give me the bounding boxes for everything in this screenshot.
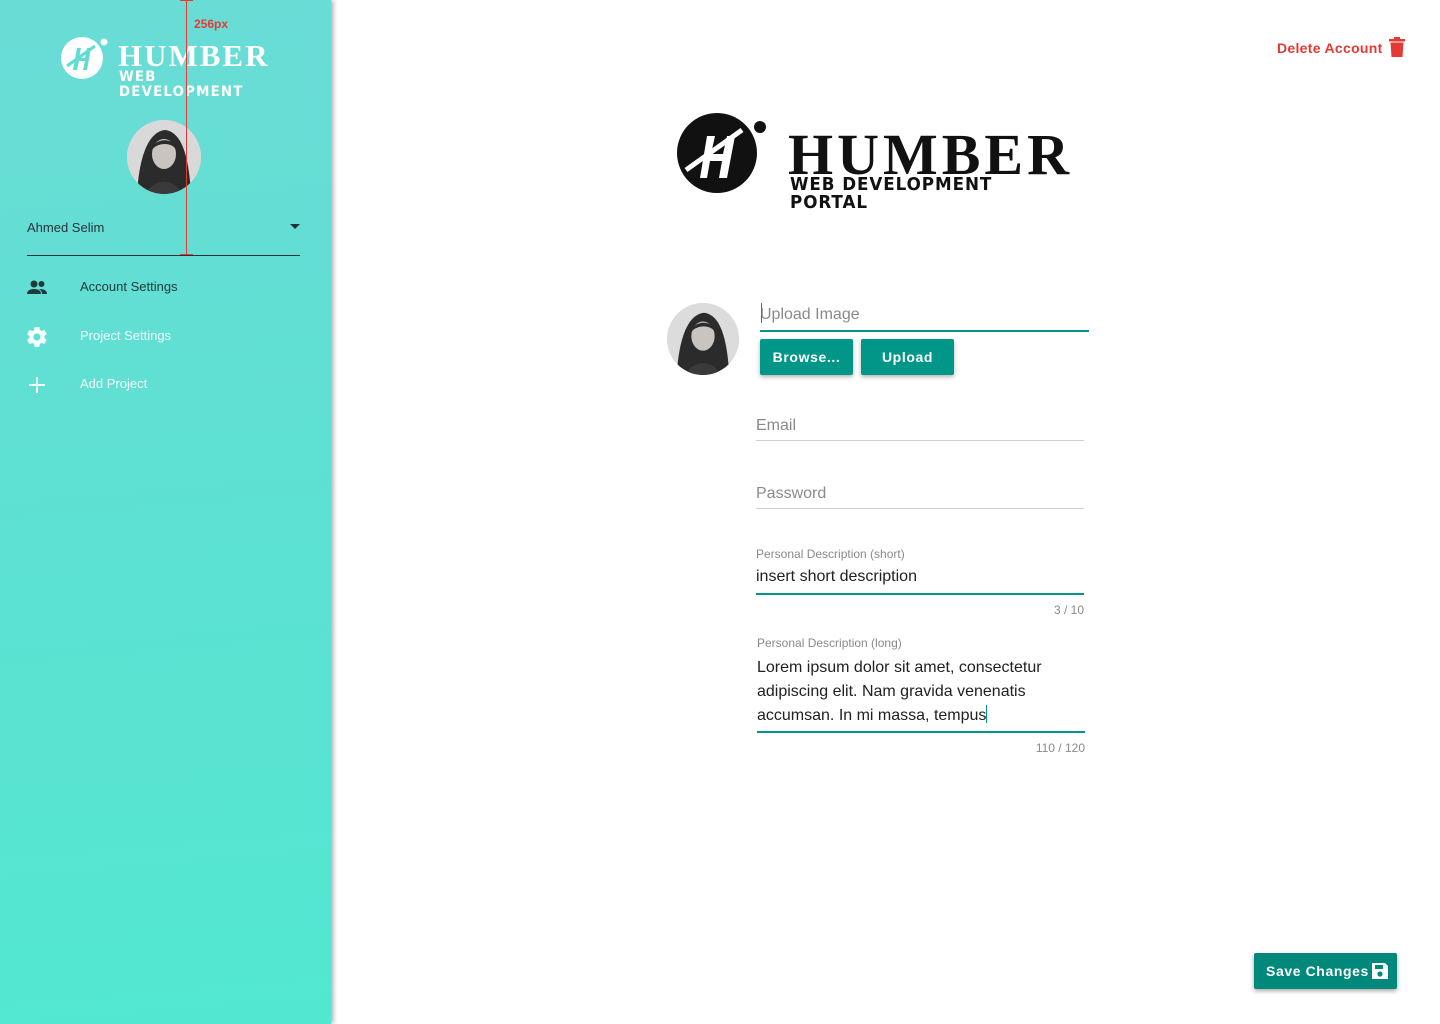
text-cursor xyxy=(986,705,988,723)
profile-photo xyxy=(667,303,739,375)
chevron-down-icon xyxy=(290,224,300,229)
password-field[interactable] xyxy=(756,479,1084,509)
text-cursor xyxy=(761,303,762,323)
sidebar-logo-title: HUMBER xyxy=(118,38,270,73)
sidebar-item-account-settings[interactable]: Account Settings xyxy=(0,267,331,307)
short-description-counter: 3 / 10 xyxy=(1053,603,1084,617)
email-field[interactable] xyxy=(756,411,1084,441)
avatar[interactable] xyxy=(127,120,201,194)
sidebar-item-label: Project Settings xyxy=(80,328,172,343)
delete-account-button[interactable]: Delete Account xyxy=(1270,35,1410,61)
floppy-disk-icon xyxy=(1372,963,1388,979)
measurement-guide-tick-bottom xyxy=(180,254,193,255)
sidebar: HUMBER WEB DEVELOPMENT Ahmed Selim Accou… xyxy=(0,0,331,1024)
sidebar-item-add-project[interactable]: Add Project xyxy=(0,364,331,404)
email-input[interactable] xyxy=(756,411,1084,440)
long-description-counter: 110 / 120 xyxy=(1035,741,1085,755)
trash-icon xyxy=(1389,37,1405,57)
browse-button[interactable]: Browse... xyxy=(760,339,853,375)
password-input[interactable] xyxy=(756,479,1084,508)
profile-avatar xyxy=(667,303,739,375)
long-description-value: Lorem ipsum dolor sit amet, consectetur … xyxy=(757,659,1042,724)
user-dropdown[interactable]: Ahmed Selim xyxy=(27,214,300,256)
upload-button[interactable]: Upload xyxy=(861,339,954,375)
long-description-textarea[interactable]: Lorem ipsum dolor sit amet, consectetur … xyxy=(757,656,1085,728)
measurement-guide-line xyxy=(186,0,187,255)
measurement-guide-label: 256px xyxy=(194,17,229,31)
sidebar-logo-subtitle: WEB DEVELOPMENT xyxy=(119,69,244,100)
people-icon xyxy=(27,280,47,294)
short-description-input[interactable]: insert short description xyxy=(756,568,917,586)
sidebar-item-label: Add Project xyxy=(80,376,148,391)
humber-h-logo-icon xyxy=(677,113,766,193)
upload-image-input[interactable] xyxy=(760,300,1089,330)
plus-icon xyxy=(29,377,45,393)
short-description-underline xyxy=(756,593,1084,595)
humber-h-logo-icon xyxy=(61,37,108,79)
user-name: Ahmed Selim xyxy=(27,220,105,235)
measurement-guide-tick-top xyxy=(180,0,193,1)
upload-image-field[interactable] xyxy=(760,300,1089,332)
portal-logo-subtitle: WEB DEVELOPMENT PORTAL xyxy=(790,174,993,213)
portal-logo: HUMBER WEB DEVELOPMENT PORTAL xyxy=(676,112,1080,212)
gear-icon xyxy=(27,326,47,348)
delete-account-label: Delete Account xyxy=(1277,40,1383,56)
sidebar-item-project-settings[interactable]: Project Settings xyxy=(0,316,331,356)
save-changes-button[interactable]: Save Changes xyxy=(1254,953,1397,989)
sidebar-item-label: Account Settings xyxy=(80,279,178,294)
long-description-underline xyxy=(757,731,1085,733)
sidebar-logo[interactable]: HUMBER WEB DEVELOPMENT xyxy=(59,36,273,99)
long-description-label: Personal Description (long) xyxy=(757,636,902,650)
save-changes-label: Save Changes xyxy=(1266,963,1369,979)
profile-photo xyxy=(127,120,201,194)
short-description-label: Personal Description (short) xyxy=(756,547,905,561)
